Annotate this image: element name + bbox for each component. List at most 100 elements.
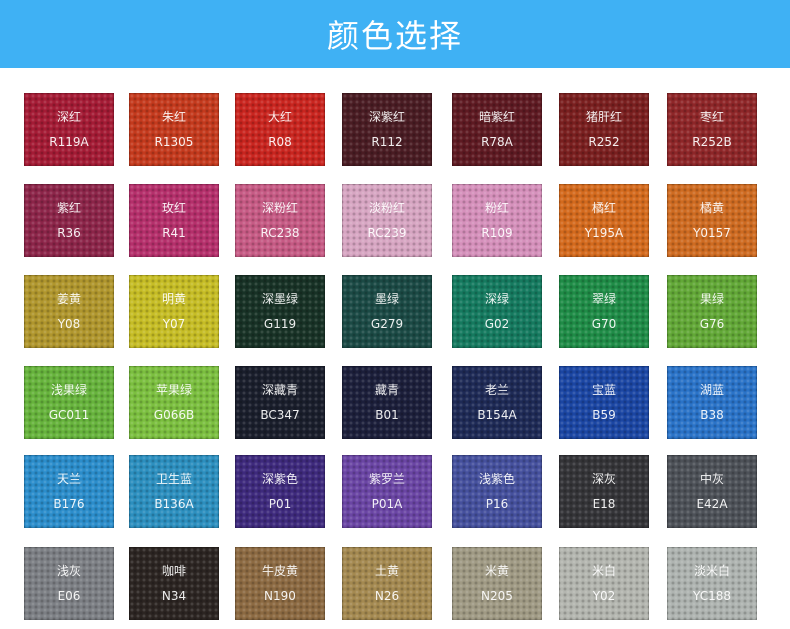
color-swatch[interactable]: 玫红 R41 xyxy=(129,184,219,257)
color-swatch[interactable]: 橘红 Y195A xyxy=(559,184,649,257)
color-swatch[interactable]: 卫生蓝 B136A xyxy=(129,455,219,528)
swatch-name: 枣红 xyxy=(699,110,724,124)
color-swatch[interactable]: 中灰 E42A xyxy=(667,455,757,528)
color-swatch[interactable]: 深墨绿 G119 xyxy=(235,275,325,348)
color-swatch[interactable]: 深粉红 RC238 xyxy=(235,184,325,257)
swatch-name: 老兰 xyxy=(484,383,509,397)
color-swatch-grid: 深红 R119A 朱红 R1305 大红 R08 深紫红 R112 暗紫红 R78A 猪肝红 R252… xyxy=(0,0,790,629)
swatch-name: 深灰 xyxy=(591,472,616,486)
color-swatch[interactable]: 姜黄 Y08 xyxy=(24,275,114,348)
swatch-code: RC239 xyxy=(367,226,407,240)
color-swatch[interactable]: 牛皮黄 N190 xyxy=(235,547,325,620)
color-swatch[interactable]: 明黄 Y07 xyxy=(129,275,219,348)
color-swatch[interactable]: 暗紫红 R78A xyxy=(452,93,542,166)
swatch-code: G279 xyxy=(370,317,404,331)
color-swatch[interactable]: 深藏青 BC347 xyxy=(235,366,325,439)
swatch-name: 天兰 xyxy=(56,472,81,486)
swatch-name: 粉红 xyxy=(484,201,509,215)
color-swatch[interactable]: 藏青 B01 xyxy=(342,366,432,439)
swatch-name: 浅紫色 xyxy=(478,472,515,486)
swatch-code: E18 xyxy=(592,497,616,511)
swatch-name: 猪肝红 xyxy=(585,110,622,124)
swatch-code: R1305 xyxy=(154,135,194,149)
color-swatch[interactable]: 翠绿 G70 xyxy=(559,275,649,348)
color-swatch[interactable]: 米黄 N205 xyxy=(452,547,542,620)
swatch-code: G76 xyxy=(699,317,725,331)
color-swatch[interactable]: 土黄 N26 xyxy=(342,547,432,620)
swatch-code: BC347 xyxy=(260,408,300,422)
swatch-name: 浅果绿 xyxy=(50,383,87,397)
color-swatch[interactable]: 深红 R119A xyxy=(24,93,114,166)
color-swatch[interactable]: 淡米白 YC188 xyxy=(667,547,757,620)
swatch-name: 紫罗兰 xyxy=(368,472,405,486)
swatch-name: 淡米白 xyxy=(693,564,730,578)
color-swatch[interactable]: 苹果绿 G066B xyxy=(129,366,219,439)
color-swatch[interactable]: 猪肝红 R252 xyxy=(559,93,649,166)
color-swatch[interactable]: 宝蓝 B59 xyxy=(559,366,649,439)
swatch-name: 深绿 xyxy=(484,292,509,306)
swatch-name: 翠绿 xyxy=(591,292,616,306)
color-swatch[interactable]: 墨绿 G279 xyxy=(342,275,432,348)
color-swatch[interactable]: 浅灰 E06 xyxy=(24,547,114,620)
swatch-code: GC011 xyxy=(48,408,90,422)
color-swatch[interactable]: 朱红 R1305 xyxy=(129,93,219,166)
swatch-code: N190 xyxy=(264,589,296,603)
swatch-name: 米黄 xyxy=(484,564,509,578)
color-swatch[interactable]: 浅果绿 GC011 xyxy=(24,366,114,439)
swatch-name: 宝蓝 xyxy=(591,383,616,397)
swatch-code: B176 xyxy=(53,497,85,511)
swatch-name: 姜黄 xyxy=(56,292,81,306)
swatch-name: 明黄 xyxy=(161,292,186,306)
swatch-code: R112 xyxy=(371,135,403,149)
color-swatch[interactable]: 紫红 R36 xyxy=(24,184,114,257)
swatch-code: G70 xyxy=(591,317,617,331)
swatch-code: P16 xyxy=(485,497,509,511)
color-swatch[interactable]: 深绿 G02 xyxy=(452,275,542,348)
swatch-code: R08 xyxy=(268,135,292,149)
swatch-code: N205 xyxy=(481,589,513,603)
color-swatch[interactable]: 老兰 B154A xyxy=(452,366,542,439)
swatch-code: R252 xyxy=(588,135,620,149)
swatch-code: G119 xyxy=(263,317,297,331)
swatch-name: 苹果绿 xyxy=(155,383,192,397)
color-swatch[interactable]: 枣红 R252B xyxy=(667,93,757,166)
swatch-name: 深紫色 xyxy=(261,472,298,486)
swatch-code: E06 xyxy=(57,589,81,603)
swatch-name: 深紫红 xyxy=(368,110,405,124)
color-swatch[interactable]: 湖蓝 B38 xyxy=(667,366,757,439)
color-swatch[interactable]: 深紫色 P01 xyxy=(235,455,325,528)
color-swatch[interactable]: 米白 Y02 xyxy=(559,547,649,620)
swatch-code: G02 xyxy=(484,317,510,331)
swatch-name: 牛皮黄 xyxy=(261,564,298,578)
swatch-code: Y0157 xyxy=(693,226,731,240)
swatch-code: Y02 xyxy=(592,589,616,603)
swatch-name: 浅灰 xyxy=(56,564,81,578)
color-swatch[interactable]: 天兰 B176 xyxy=(24,455,114,528)
swatch-name: 深粉红 xyxy=(261,201,298,215)
color-swatch[interactable]: 粉红 R109 xyxy=(452,184,542,257)
swatch-name: 藏青 xyxy=(374,383,399,397)
swatch-code: P01 xyxy=(268,497,292,511)
swatch-name: 深墨绿 xyxy=(261,292,298,306)
swatch-name: 土黄 xyxy=(374,564,399,578)
color-swatch[interactable]: 深紫红 R112 xyxy=(342,93,432,166)
swatch-code: N34 xyxy=(161,589,187,603)
color-swatch[interactable]: 深灰 E18 xyxy=(559,455,649,528)
color-swatch[interactable]: 橘黄 Y0157 xyxy=(667,184,757,257)
color-swatch[interactable]: 淡粉红 RC239 xyxy=(342,184,432,257)
swatch-name: 卫生蓝 xyxy=(155,472,192,486)
swatch-name: 深藏青 xyxy=(261,383,298,397)
color-swatch[interactable]: 浅紫色 P16 xyxy=(452,455,542,528)
swatch-code: P01A xyxy=(371,497,403,511)
swatch-name: 暗紫红 xyxy=(478,110,515,124)
swatch-code: B136A xyxy=(154,497,194,511)
swatch-name: 淡粉红 xyxy=(368,201,405,215)
color-swatch[interactable]: 咖啡 N34 xyxy=(129,547,219,620)
color-swatch[interactable]: 紫罗兰 P01A xyxy=(342,455,432,528)
swatch-name: 咖啡 xyxy=(161,564,186,578)
color-swatch[interactable]: 大红 R08 xyxy=(235,93,325,166)
color-swatch[interactable]: 果绿 G76 xyxy=(667,275,757,348)
swatch-name: 深红 xyxy=(56,110,81,124)
swatch-code: N26 xyxy=(374,589,400,603)
swatch-name: 橘红 xyxy=(591,201,616,215)
